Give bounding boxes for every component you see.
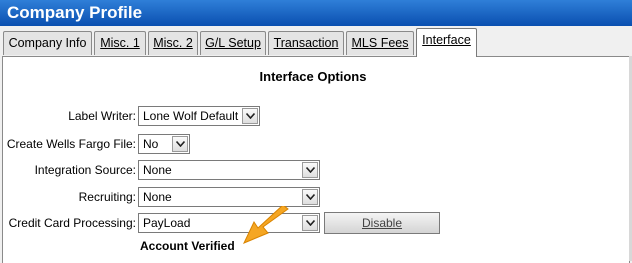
credit-card-select[interactable]: PayLoad	[138, 213, 320, 233]
tab-label: MLS Fees	[351, 36, 409, 50]
tab-mls-fees[interactable]: MLS Fees	[346, 31, 414, 55]
credit-card-value: PayLoad	[143, 216, 191, 230]
tab-label: Misc. 2	[153, 36, 193, 50]
chevron-down-icon[interactable]	[302, 215, 318, 231]
chevron-down-icon[interactable]	[302, 189, 318, 205]
tab-label: Company Info	[8, 36, 87, 50]
wells-fargo-label: Create Wells Fargo File:	[6, 137, 136, 151]
wells-fargo-value: No	[143, 137, 159, 151]
tab-label: Transaction	[273, 36, 339, 50]
disable-button-label: Disable	[361, 216, 403, 230]
tab-label: G/L Setup	[205, 36, 261, 50]
label-writer-label: Label Writer:	[68, 109, 136, 123]
tab-misc-1[interactable]: Misc. 1	[94, 31, 146, 55]
recruiting-value: None	[143, 190, 172, 204]
recruiting-select[interactable]: None	[138, 187, 320, 207]
integration-source-select[interactable]: None	[138, 160, 320, 180]
window-title: Company Profile	[0, 0, 632, 26]
chevron-down-icon[interactable]	[172, 136, 188, 152]
recruiting-label: Recruiting:	[78, 190, 136, 204]
integration-source-value: None	[143, 163, 172, 177]
disable-button[interactable]: Disable	[324, 212, 440, 234]
chevron-down-icon[interactable]	[242, 108, 258, 124]
account-verified-status: Account Verified	[140, 239, 235, 253]
label-writer-value: Lone Wolf Default	[143, 109, 239, 123]
section-title: Interface Options	[259, 69, 367, 84]
tab-label: Interface	[422, 33, 471, 47]
label-writer-select[interactable]: Lone Wolf Default	[138, 106, 260, 126]
wells-fargo-select[interactable]: No	[138, 134, 190, 154]
tab-transaction[interactable]: Transaction	[268, 31, 344, 55]
chevron-down-icon[interactable]	[302, 162, 318, 178]
tab-gl-setup[interactable]: G/L Setup	[200, 31, 266, 55]
credit-card-label: Credit Card Processing:	[8, 216, 136, 230]
tab-interface[interactable]: Interface	[416, 28, 477, 57]
tab-label: Misc. 1	[100, 36, 140, 50]
tab-bar: Company Info Misc. 1 Misc. 2 G/L Setup T…	[0, 28, 632, 57]
arrow-icon	[242, 206, 289, 244]
tab-misc-2[interactable]: Misc. 2	[148, 31, 198, 55]
integration-source-label: Integration Source:	[34, 163, 136, 177]
tab-company-info[interactable]: Company Info	[3, 31, 92, 55]
